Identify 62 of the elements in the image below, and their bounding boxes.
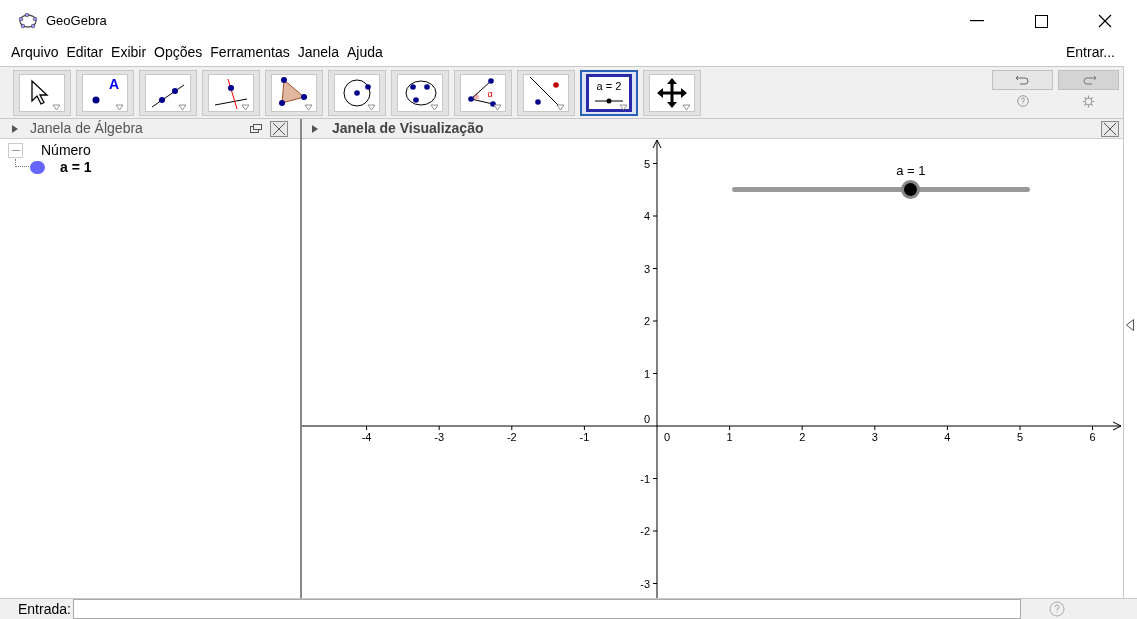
input-field[interactable]: [72, 599, 1021, 619]
menu-item[interactable]: Ferramentas: [209, 41, 291, 63]
axis-label: 4: [643, 210, 650, 222]
axis-label: 4: [944, 431, 951, 443]
slider-thumb[interactable]: [901, 180, 921, 199]
tool-button[interactable]: [643, 70, 701, 116]
axis-label: -2: [640, 525, 650, 537]
panel-title: Janela de Visualização: [332, 119, 484, 138]
menu-item[interactable]: Exibir: [110, 41, 148, 63]
axis-label: -3: [640, 577, 650, 590]
axis-label: 3: [871, 431, 878, 443]
undock-icon[interactable]: [250, 124, 262, 133]
axis-label: 0: [663, 431, 671, 443]
axis-label: 6: [1089, 431, 1096, 443]
reflection-icon: [528, 75, 564, 111]
menu-item[interactable]: Opções: [153, 41, 204, 63]
collapse-toggle[interactable]: [8, 142, 23, 158]
tool-button[interactable]: [13, 70, 71, 116]
tool-button[interactable]: [139, 70, 197, 116]
tool-button[interactable]: [328, 70, 386, 116]
window-title: GeoGebra: [46, 12, 107, 31]
close-icon: [1104, 122, 1116, 135]
axis-label: 2: [643, 315, 650, 327]
triangle-icon: [276, 75, 312, 111]
menu-item[interactable]: Arquivo: [10, 41, 60, 63]
sign-in-link[interactable]: Entrar...: [1065, 41, 1115, 63]
axis-label: -2: [506, 431, 517, 443]
axis-label: -1: [579, 431, 590, 443]
tool-button[interactable]: α: [454, 70, 512, 116]
maximize-icon: [1034, 14, 1048, 28]
close-icon: [273, 122, 285, 135]
axis-label: -3: [434, 431, 445, 443]
menu-item[interactable]: Editar: [65, 41, 105, 63]
undo-icon: [1014, 75, 1031, 85]
menu-item[interactable]: Ajuda: [345, 41, 384, 63]
axis-label: 0: [643, 413, 650, 425]
tool-button[interactable]: A: [76, 70, 134, 116]
axis-label: -4: [361, 431, 372, 443]
axis-label: 1: [726, 431, 733, 443]
panel-title: Janela de Álgebra: [30, 119, 143, 138]
expand-triangle-icon[interactable]: [12, 124, 18, 133]
close-panel-button[interactable]: [270, 120, 288, 137]
axis-label: 5: [1016, 431, 1024, 443]
tool-button[interactable]: a = 2: [580, 70, 638, 116]
close-panel-button[interactable]: [1101, 120, 1119, 137]
axis-label: 3: [643, 262, 650, 275]
axis-label: 5: [643, 157, 650, 170]
axis-label: 2: [799, 431, 806, 443]
minimize-icon: [970, 20, 984, 22]
slider-label: a = 1: [895, 162, 927, 180]
axis-label: -1: [640, 472, 650, 485]
tool-button[interactable]: [265, 70, 323, 116]
expand-triangle-icon[interactable]: [312, 124, 318, 133]
redo-icon: [1080, 75, 1097, 85]
tool-button[interactable]: [391, 70, 449, 116]
input-label: Entrada:: [18, 599, 71, 619]
close-icon: [1098, 14, 1112, 28]
axis-label: 1: [643, 367, 650, 380]
side-panel-triangle-icon[interactable]: [1126, 319, 1134, 331]
tool-button[interactable]: [517, 70, 575, 116]
menu-item[interactable]: Janela: [296, 41, 340, 63]
app-logo-icon: [18, 13, 38, 29]
